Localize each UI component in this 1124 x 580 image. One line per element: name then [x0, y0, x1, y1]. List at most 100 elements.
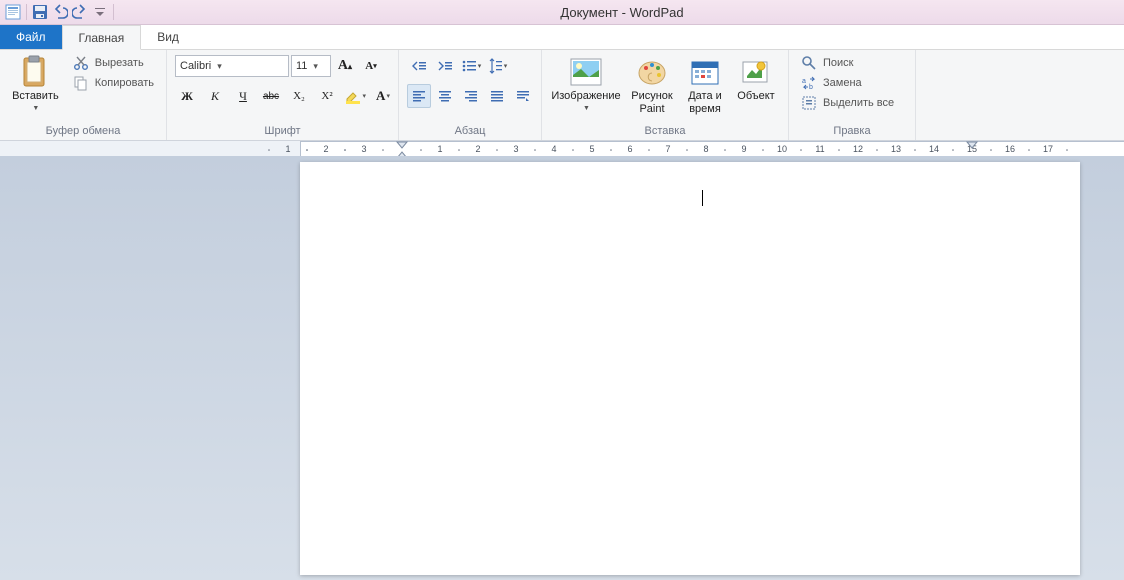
- group-insert-label: Вставка: [550, 122, 780, 140]
- work-area: [0, 156, 1124, 580]
- select-all-icon: [801, 95, 817, 111]
- select-all-label: Выделить все: [823, 97, 894, 109]
- subscript-button[interactable]: X₂: [287, 84, 311, 108]
- svg-text:5: 5: [589, 144, 594, 154]
- chevron-down-icon: ▾: [478, 62, 482, 70]
- grow-font-button[interactable]: A▴: [333, 54, 357, 78]
- group-clipboard: Вставить ▼ Вырезать Копировать Буфер: [0, 50, 167, 140]
- chevron-down-icon: ▾: [362, 92, 366, 100]
- justify-button[interactable]: [485, 84, 509, 108]
- paragraph-dialog-button[interactable]: [511, 84, 535, 108]
- bullets-button[interactable]: ▾: [459, 54, 483, 78]
- redo-icon[interactable]: [71, 3, 89, 21]
- bold-button[interactable]: Ж: [175, 84, 199, 108]
- ribbon: Вставить ▼ Вырезать Копировать Буфер: [0, 50, 1124, 141]
- line-spacing-button[interactable]: ▾: [485, 54, 509, 78]
- decrease-indent-button[interactable]: [407, 54, 431, 78]
- title-bar: Документ - WordPad: [0, 0, 1124, 25]
- select-all-button[interactable]: Выделить все: [797, 94, 898, 112]
- strike-button[interactable]: abc: [259, 84, 283, 108]
- cut-button[interactable]: Вырезать: [69, 54, 158, 72]
- insert-object-button[interactable]: Объект: [734, 54, 778, 105]
- align-right-button[interactable]: [459, 84, 483, 108]
- insert-object-label: Объект: [737, 90, 774, 103]
- svg-text:9: 9: [741, 144, 746, 154]
- document-page[interactable]: [300, 162, 1080, 575]
- underline-button[interactable]: Ч: [231, 84, 255, 108]
- font-color-button[interactable]: A▾: [371, 84, 395, 108]
- increase-indent-button[interactable]: [433, 54, 457, 78]
- insert-image-button[interactable]: Изображение ▼: [550, 54, 622, 116]
- svg-text:12: 12: [853, 144, 863, 154]
- insert-image-label: Изображение: [551, 90, 620, 103]
- window-title: Документ - WordPad: [120, 5, 1124, 20]
- clipboard-icon: [19, 56, 51, 88]
- text-cursor: [702, 190, 703, 206]
- quick-access-toolbar: [0, 3, 120, 21]
- svg-text:16: 16: [1005, 144, 1015, 154]
- insert-datetime-button[interactable]: Дата и время: [682, 54, 728, 118]
- align-left-button[interactable]: [407, 84, 431, 108]
- svg-text:3: 3: [513, 144, 518, 154]
- svg-text:7: 7: [665, 144, 670, 154]
- svg-text:2: 2: [323, 144, 328, 154]
- svg-text:11: 11: [815, 144, 824, 154]
- qat-customize-icon[interactable]: [91, 3, 109, 21]
- superscript-button[interactable]: X²: [315, 84, 339, 108]
- svg-text:13: 13: [891, 144, 901, 154]
- cut-label: Вырезать: [95, 57, 144, 69]
- replace-button[interactable]: ab Замена: [797, 74, 898, 92]
- font-family-value: Calibri: [180, 60, 211, 72]
- group-editing-label: Правка: [797, 122, 907, 140]
- picture-icon: [570, 56, 602, 88]
- shrink-font-button[interactable]: A▾: [359, 54, 383, 78]
- chevron-down-icon: ▼: [32, 105, 39, 113]
- copy-button[interactable]: Копировать: [69, 74, 158, 92]
- paste-label: Вставить: [12, 90, 59, 103]
- font-size-value: 11: [296, 60, 307, 72]
- svg-text:b: b: [809, 84, 813, 91]
- copy-label: Копировать: [95, 77, 154, 89]
- chevron-down-icon: ▾: [313, 61, 318, 72]
- svg-text:14: 14: [929, 144, 939, 154]
- svg-text:4: 4: [551, 144, 556, 154]
- calendar-icon: [689, 56, 721, 88]
- replace-label: Замена: [823, 77, 862, 89]
- insert-datetime-label: Дата и время: [682, 90, 728, 116]
- chevron-down-icon: ▾: [217, 61, 222, 72]
- replace-icon: ab: [801, 75, 817, 91]
- font-family-combo[interactable]: Calibri ▾: [175, 55, 289, 77]
- wordpad-app-icon[interactable]: [4, 3, 22, 21]
- copy-icon: [73, 75, 89, 91]
- chevron-down-icon: ▾: [504, 62, 508, 70]
- find-label: Поиск: [823, 57, 853, 69]
- tab-file[interactable]: Файл: [0, 25, 62, 49]
- align-center-button[interactable]: [433, 84, 457, 108]
- svg-text:17: 17: [1043, 144, 1053, 154]
- svg-text:a: a: [802, 78, 806, 85]
- svg-text:6: 6: [627, 144, 632, 154]
- svg-text:1: 1: [285, 144, 290, 154]
- svg-text:3: 3: [361, 144, 366, 154]
- highlight-color-button[interactable]: ▾: [343, 84, 367, 108]
- group-paragraph-label: Абзац: [407, 122, 533, 140]
- chevron-down-icon: ▼: [583, 105, 590, 113]
- svg-text:8: 8: [703, 144, 708, 154]
- save-icon[interactable]: [31, 3, 49, 21]
- paste-button[interactable]: Вставить ▼: [8, 54, 63, 116]
- font-size-combo[interactable]: 11 ▾: [291, 55, 331, 77]
- group-paragraph: ▾ ▾ Абзац: [399, 50, 542, 140]
- undo-icon[interactable]: [51, 3, 69, 21]
- chevron-down-icon: ▾: [386, 92, 390, 100]
- tab-view[interactable]: Вид: [141, 25, 195, 49]
- group-insert: Изображение ▼ Рисунок Paint Дата и время…: [542, 50, 789, 140]
- italic-button[interactable]: К: [203, 84, 227, 108]
- svg-text:10: 10: [777, 144, 787, 154]
- search-icon: [801, 55, 817, 71]
- tab-home[interactable]: Главная: [62, 25, 142, 50]
- group-font-label: Шрифт: [175, 122, 390, 140]
- find-button[interactable]: Поиск: [797, 54, 898, 72]
- group-clipboard-label: Буфер обмена: [8, 122, 158, 140]
- scissors-icon: [73, 55, 89, 71]
- insert-paint-button[interactable]: Рисунок Paint: [628, 54, 676, 118]
